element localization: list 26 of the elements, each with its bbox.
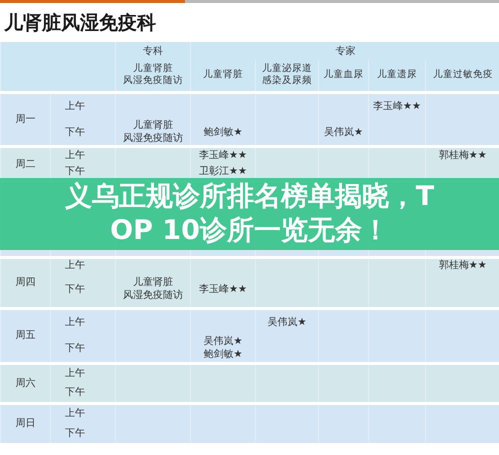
period-label: 下午 [50,272,116,308]
period-label: 下午 [50,335,116,363]
column-header: 儿童肾脏 风湿免疫随访 [123,62,183,88]
table-cell-text: 吴伟岚★ [266,316,308,329]
table-cell-text: 儿童肾脏 风湿免疫随访 [122,119,184,145]
column-header: 儿童血尿 [324,69,364,82]
table-cell-text: 鲍剑敏★ [202,348,244,362]
period-label: 下午 [50,383,116,403]
table-cell-text: 吴伟岚★ [323,126,364,138]
table-cell-text: 李玉峰★★ [198,282,248,296]
column-header: 儿童遗尿 [377,69,417,82]
table-cell-text: 吴伟岚★ [202,335,244,348]
page-title: 儿肾脏风湿免疫科 [4,10,156,36]
table-cell-text: 儿童肾脏 风湿免疫随访 [122,276,184,302]
period-label: 下午 [50,119,116,146]
column-header: 儿童肾脏 [203,69,243,82]
table-cell-text: 李玉峰★★ [372,100,422,113]
table-cell-text: 鲍剑敏★ [202,126,244,138]
table-cell-text: 卫彰江★★ [198,165,248,178]
banner-headline: 义乌正规诊所排名榜单揭晓，TOP 10诊所一览无余！ [64,180,436,248]
table-cell-text: 郭桂梅★★ [438,259,488,272]
table-cell-text: 李玉峰★★ [198,149,248,162]
period-label: 下午 [50,423,116,443]
column-header: 儿童过敏免疫 [432,69,493,82]
table-cell-text: 郭桂梅★★ [438,149,488,162]
column-header: 儿童泌尿道 感染及尿频 [262,62,312,88]
